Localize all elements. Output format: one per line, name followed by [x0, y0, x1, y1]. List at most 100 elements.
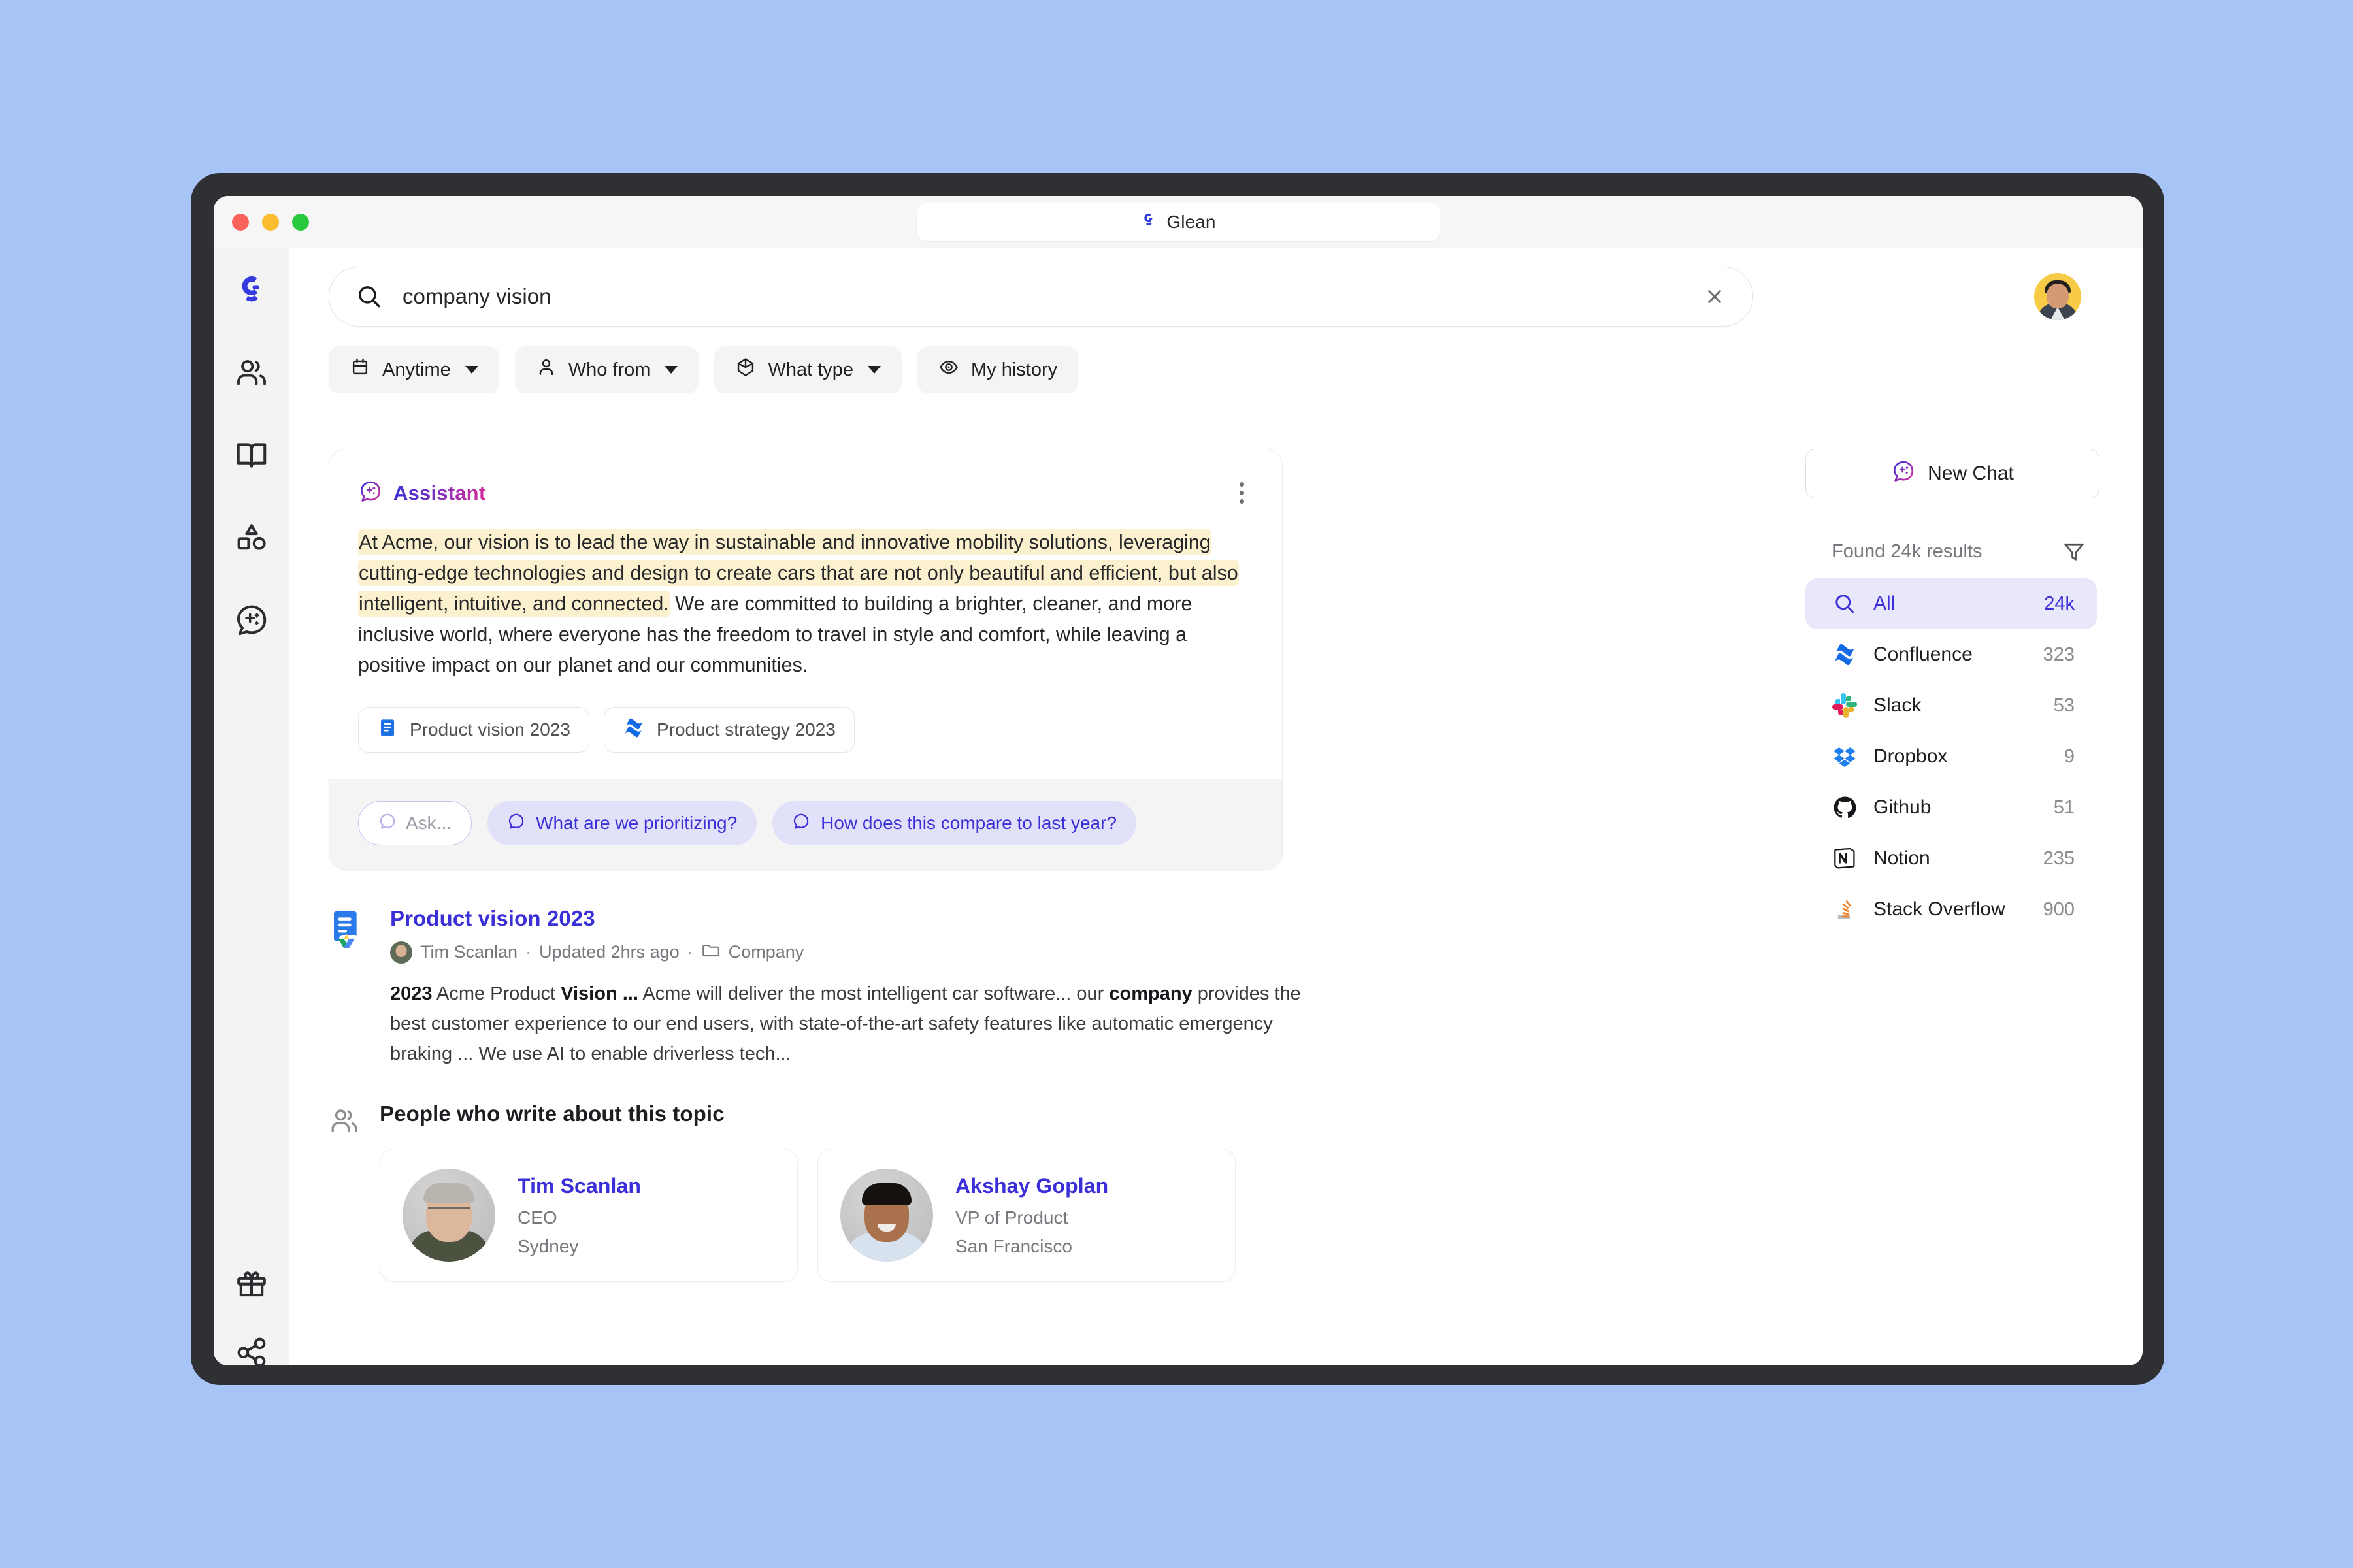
sidebar-item-glean-home[interactable]: [227, 268, 276, 316]
source-label: Stack Overflow: [1873, 898, 2005, 920]
source-count: 323: [2043, 644, 2075, 665]
source-label: Dropbox: [1873, 745, 1948, 767]
source-row-github[interactable]: Github 51: [1805, 782, 2097, 833]
person-name[interactable]: Tim Scanlan: [518, 1174, 641, 1198]
notion-icon: [1830, 847, 1859, 870]
more-options-icon[interactable]: [1230, 476, 1253, 510]
citation-label: Product strategy 2023: [656, 719, 836, 740]
left-nav-rail-bottom: [214, 1261, 289, 1365]
sidebar-item-knowledge[interactable]: [227, 433, 276, 481]
right-panel: New Chat Found 24k results All 24k Confl…: [1779, 416, 2143, 1365]
sidebar-item-gift[interactable]: [227, 1261, 276, 1309]
cube-icon: [735, 357, 756, 383]
people-who-write-section: People who write about this topic Tim Sc…: [329, 1102, 1740, 1282]
people-icon: [234, 355, 269, 394]
ask-placeholder: Ask...: [406, 813, 452, 833]
search-input[interactable]: company vision: [329, 267, 1753, 327]
sidebar-item-people[interactable]: [227, 350, 276, 399]
tab-title: Glean: [1166, 211, 1216, 232]
source-row-dropbox[interactable]: Dropbox 9: [1805, 731, 2097, 782]
citation-chip[interactable]: Product vision 2023: [358, 707, 589, 753]
app-window: Glean company vision Anytime Who from Wh…: [214, 196, 2143, 1365]
source-row-notion[interactable]: Notion 235: [1805, 833, 2097, 884]
source-row-stack-overflow[interactable]: Stack Overflow 900: [1805, 884, 2097, 935]
gift-icon: [234, 1266, 269, 1305]
new-chat-button[interactable]: New Chat: [1805, 449, 2099, 498]
ask-input[interactable]: Ask...: [358, 801, 472, 845]
confluence-icon: [1830, 642, 1859, 667]
suggestion-label: How does this compare to last year?: [821, 813, 1117, 833]
dropbox-icon: [1830, 744, 1859, 769]
shapes-icon: [234, 520, 269, 559]
filter-chip-what-type[interactable]: What type: [714, 346, 902, 393]
glean-logo-icon: [1140, 212, 1157, 232]
chevron-down-icon: [465, 366, 478, 374]
avatar-hair: [862, 1183, 912, 1205]
assistant-card-body: Assistant At Acme, our vision is to lead…: [329, 449, 1282, 779]
person-name[interactable]: Akshay Goplan: [955, 1174, 1108, 1198]
main-region: company vision Anytime Who from What typ…: [289, 248, 2143, 1365]
window-titlebar: Glean: [214, 196, 2143, 248]
source-count: 9: [2064, 745, 2075, 767]
browser-tab[interactable]: Glean: [917, 203, 1440, 241]
assistant-chat-icon: [233, 602, 270, 642]
person-card[interactable]: Akshay Goplan VP of Product San Francisc…: [817, 1149, 1236, 1282]
source-row-slack[interactable]: Slack 53: [1805, 680, 2097, 731]
sidebar-item-assistant[interactable]: [227, 597, 276, 645]
funnel-icon[interactable]: [2062, 539, 2086, 564]
assistant-followups: Ask... What are we prioritizing? How doe…: [329, 779, 1282, 869]
chat-bubble-icon: [792, 812, 810, 835]
confluence-icon: [623, 717, 645, 743]
filter-chip-my-history[interactable]: My history: [917, 346, 1079, 393]
search-zone: company vision Anytime Who from What typ…: [289, 248, 2143, 416]
source-label: Confluence: [1873, 644, 1973, 665]
chat-bubble-icon: [507, 812, 525, 835]
avatar: [403, 1169, 495, 1262]
filter-chip-who-from[interactable]: Who from: [514, 346, 699, 393]
source-count: 51: [2053, 796, 2075, 818]
close-icon[interactable]: [1703, 285, 1726, 308]
meta-separator: ·: [525, 942, 532, 962]
filter-chip-row: Anytime Who from What type My history: [289, 327, 2143, 416]
source-count: 235: [2043, 847, 2075, 869]
citation-label: Product vision 2023: [410, 719, 570, 740]
app-shell: company vision Anytime Who from What typ…: [214, 248, 2143, 1365]
citation-chip[interactable]: Product strategy 2023: [603, 707, 855, 753]
filter-chip-anytime[interactable]: Anytime: [329, 346, 499, 393]
chat-bubble-icon: [378, 812, 397, 835]
avatar-hair: [423, 1183, 474, 1203]
avatar-glasses: [428, 1207, 470, 1216]
book-icon: [234, 438, 269, 476]
assistant-chat-icon: [358, 479, 383, 507]
share-icon: [234, 1334, 269, 1365]
source-count: 900: [2043, 898, 2075, 920]
search-result-updated: Updated 2hrs ago: [539, 942, 680, 962]
sidebar-item-apps[interactable]: [227, 515, 276, 563]
avatar[interactable]: [2034, 273, 2081, 320]
assistant-citations: Product vision 2023 Product strategy 202…: [358, 707, 1253, 753]
folder-icon: [701, 940, 721, 964]
person-card[interactable]: Tim Scanlan CEO Sydney: [380, 1149, 798, 1282]
search-input-value[interactable]: company vision: [403, 284, 1703, 309]
minimize-window-button[interactable]: [262, 213, 279, 231]
source-row-confluence[interactable]: Confluence 323: [1805, 629, 2097, 680]
sidebar-item-share[interactable]: [227, 1329, 276, 1365]
suggestion-chip[interactable]: How does this compare to last year?: [772, 801, 1137, 845]
maximize-window-button[interactable]: [292, 213, 309, 231]
source-filter-list: All 24k Confluence 323 Slack 53 Dropbox …: [1805, 578, 2097, 935]
search-result-item[interactable]: Product vision 2023 Tim Scanlan · Update…: [329, 906, 1740, 1069]
filter-chip-label: What type: [768, 359, 854, 380]
search-result-folder: Company: [728, 942, 804, 962]
search-result-author: Tim Scanlan: [420, 942, 518, 962]
person-info: Akshay Goplan VP of Product San Francisc…: [955, 1174, 1108, 1257]
search-result-title[interactable]: Product vision 2023: [390, 906, 1305, 931]
close-window-button[interactable]: [232, 213, 249, 231]
content-area: Assistant At Acme, our vision is to lead…: [289, 416, 2143, 1365]
snippet-text: Acme will deliver the most intelligent c…: [638, 983, 1110, 1004]
suggestion-chip[interactable]: What are we prioritizing?: [487, 801, 757, 845]
results-column: Assistant At Acme, our vision is to lead…: [289, 416, 1779, 1365]
source-label: Notion: [1873, 847, 1930, 869]
source-row-all[interactable]: All 24k: [1805, 578, 2097, 629]
assistant-answer-card: Assistant At Acme, our vision is to lead…: [329, 449, 1283, 870]
assistant-answer-text: At Acme, our vision is to lead the way i…: [358, 527, 1253, 681]
